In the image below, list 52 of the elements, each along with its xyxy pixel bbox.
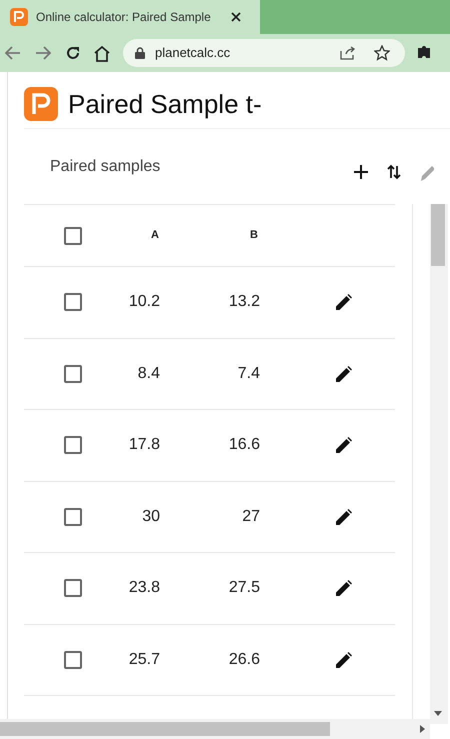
- checkbox[interactable]: [64, 579, 82, 598]
- share-icon[interactable]: [340, 46, 356, 60]
- table-cell-text: 27: [241, 506, 260, 527]
- checkbox[interactable]: [64, 650, 82, 669]
- pencil-icon[interactable]: [336, 580, 352, 596]
- checkbox[interactable]: [64, 293, 82, 312]
- add-icon[interactable]: [353, 164, 369, 180]
- logo-icon: [24, 87, 58, 121]
- column-header: B: [249, 228, 258, 244]
- puzzle-icon[interactable]: [418, 45, 430, 61]
- reload-icon[interactable]: [65, 45, 81, 61]
- table-cell-text: 30: [141, 506, 160, 527]
- table-cell-text: 10.2: [128, 292, 160, 312]
- address-text: planetcalc.cc: [155, 44, 232, 62]
- lock-icon: [135, 47, 145, 59]
- table-title: Paired samples: [50, 156, 162, 176]
- close-icon[interactable]: [231, 12, 241, 22]
- table-cell-text: 25.7: [128, 650, 160, 670]
- down-arrow-icon[interactable]: [434, 711, 442, 716]
- forward-icon[interactable]: [35, 46, 51, 60]
- scrollbar-thumb[interactable]: [431, 204, 445, 266]
- scrollbar-thumb[interactable]: [0, 722, 330, 736]
- pencil-icon[interactable]: [336, 294, 352, 310]
- checkbox[interactable]: [64, 436, 82, 454]
- column-header: A: [150, 228, 159, 244]
- checkbox[interactable]: [64, 364, 82, 383]
- table-cell-text: 27.5: [228, 578, 260, 598]
- pencil-icon[interactable]: [336, 366, 352, 382]
- logo-icon: [10, 8, 28, 26]
- tab-title: Online calculator: Paired Sample: [36, 9, 212, 26]
- home-icon[interactable]: [93, 44, 111, 62]
- browser-tab[interactable]: Online calculator: Paired Sample: [0, 0, 260, 34]
- table-cell-text: 7.4: [236, 364, 260, 384]
- checkbox[interactable]: [64, 226, 82, 244]
- table-cell-text: 23.8: [128, 578, 160, 598]
- pencil-icon[interactable]: [336, 652, 352, 668]
- checkbox[interactable]: [64, 508, 82, 526]
- table-cell-text: 13.2: [228, 292, 260, 312]
- pencil-icon[interactable]: [336, 508, 352, 525]
- horizontal-scrollbar[interactable]: [0, 719, 430, 739]
- sort-icon[interactable]: [387, 164, 401, 180]
- pencil-icon[interactable]: [336, 437, 352, 454]
- table-cell-text: 26.6: [228, 650, 260, 670]
- table-cell-text: 16.6: [228, 435, 260, 456]
- table-cell-text: 8.4: [136, 364, 160, 384]
- table-cell-text: 17.8: [128, 435, 160, 456]
- page-title: Paired Sample t-: [68, 88, 262, 120]
- vertical-scrollbar[interactable]: [430, 204, 448, 724]
- back-icon[interactable]: [5, 46, 21, 60]
- star-icon[interactable]: [374, 45, 390, 61]
- right-arrow-icon[interactable]: [420, 725, 425, 733]
- address-bar[interactable]: planetcalc.cc: [123, 39, 405, 67]
